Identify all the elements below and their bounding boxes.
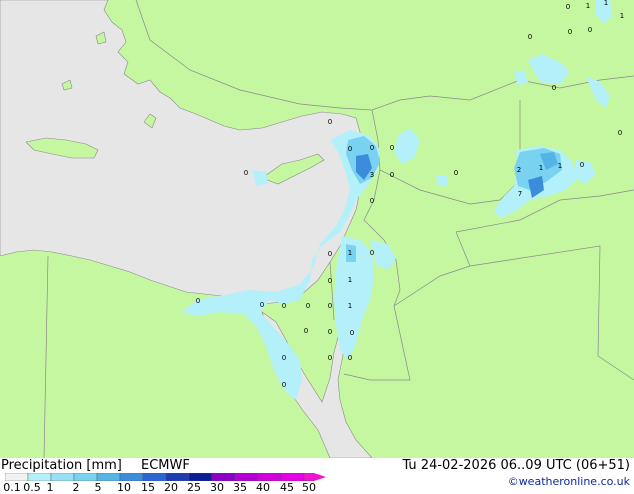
credit-link[interactable]: ©weatheronline.co.uk — [508, 475, 630, 488]
legend-tick-label: 30 — [210, 481, 224, 494]
map-label: 1 — [348, 276, 352, 284]
map-label: 1 — [558, 162, 562, 170]
map-label: 0 — [282, 354, 286, 362]
map-label: 0 — [370, 144, 374, 152]
legend-swatch — [73, 473, 98, 481]
map-label: 0 — [328, 354, 332, 362]
map-label: 0 — [552, 84, 556, 92]
map-label: 0 — [306, 302, 310, 310]
map-label: 0 — [350, 329, 354, 337]
map-label: 1 — [348, 249, 352, 257]
legend-tick-label: 25 — [187, 481, 201, 494]
map-label: 0 — [528, 33, 532, 41]
legend-tick-label: 10 — [117, 481, 131, 494]
map-label: 0 — [568, 28, 572, 36]
map-label: 0 — [370, 197, 374, 205]
weather-map-frame: 0 1 1 1 0 0 0 0 0 0 0 0 0 3 0 0 2 1 1 0 … — [0, 0, 634, 494]
precipitation-legend — [5, 473, 326, 481]
map-footer: Precipitation [mm] ECMWF Tu 24-02-2026 0… — [0, 458, 634, 494]
map-label: 0 — [348, 145, 352, 153]
legend-swatch — [257, 473, 282, 481]
legend-swatch — [27, 473, 52, 481]
legend-tick-label: 1 — [46, 481, 54, 494]
map-label: 1 — [604, 0, 608, 7]
legend-tick-label: 50 — [302, 481, 316, 494]
legend-swatch — [211, 473, 236, 481]
map-label: 0 — [196, 297, 200, 305]
legend-tick-label: 35 — [233, 481, 247, 494]
map-label: 1 — [348, 302, 352, 310]
map-label: 3 — [370, 171, 374, 179]
map-label: 1 — [586, 2, 590, 10]
map-label: 0 — [282, 381, 286, 389]
model-label: ECMWF — [141, 458, 190, 473]
valid-time: Tu 24-02-2026 06..09 UTC (06+51) — [402, 458, 630, 473]
legend-tick-label: 2 — [72, 481, 80, 494]
legend-arrow — [314, 473, 326, 481]
map-label: 0 — [454, 169, 458, 177]
legend-tick-label: 15 — [141, 481, 155, 494]
map-label: 0 — [588, 26, 592, 34]
legend-swatch — [188, 473, 213, 481]
legend-swatch — [119, 473, 144, 481]
map-label: 0 — [244, 169, 248, 177]
map-label: 0 — [328, 277, 332, 285]
map-label: 0 — [304, 327, 308, 335]
legend-swatch — [280, 473, 305, 481]
map-label: 0 — [328, 302, 332, 310]
map-label: 0 — [348, 354, 352, 362]
map-label: 7 — [518, 190, 522, 198]
map-label: 0 — [618, 129, 622, 137]
legend-tick-label: 20 — [164, 481, 178, 494]
map-label: 0 — [328, 118, 332, 126]
map-label: 2 — [517, 166, 521, 174]
legend-tick-label: 5 — [94, 481, 102, 494]
map-label: 0 — [390, 144, 394, 152]
map-label: 0 — [282, 302, 286, 310]
legend-swatch — [165, 473, 190, 481]
legend-swatch — [96, 473, 121, 481]
map-label: 0 — [328, 250, 332, 258]
legend-tick-label: 40 — [256, 481, 270, 494]
legend-swatch — [50, 473, 75, 481]
map-label: 0 — [566, 3, 570, 11]
precipitation-map: 0 1 1 1 0 0 0 0 0 0 0 0 0 3 0 0 2 1 1 0 … — [0, 0, 634, 458]
map-label: 1 — [539, 164, 543, 172]
map-label: 0 — [328, 328, 332, 336]
legend-swatch — [5, 473, 29, 481]
map-label: 0 — [370, 249, 374, 257]
map-label: 0 — [580, 161, 584, 169]
legend-swatch — [142, 473, 167, 481]
legend-swatch — [234, 473, 259, 481]
legend-tick-label: 0.1 — [3, 481, 21, 494]
legend-swatch — [303, 473, 315, 481]
map-label: 1 — [620, 12, 624, 20]
legend-tick-label: 45 — [280, 481, 294, 494]
map-label: 0 — [390, 171, 394, 179]
legend-tick-label: 0.5 — [23, 481, 41, 494]
precipitation-title: Precipitation [mm] — [1, 458, 122, 473]
map-label: 0 — [260, 301, 264, 309]
